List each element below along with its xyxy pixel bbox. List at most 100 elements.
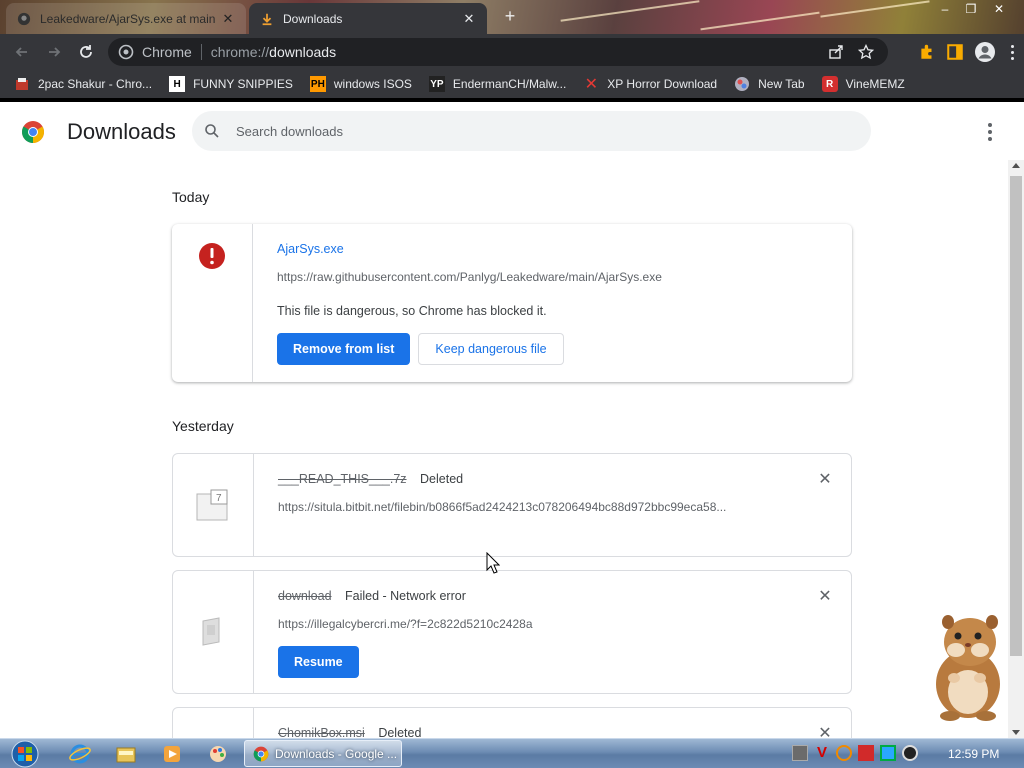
tray-search-icon[interactable] bbox=[836, 745, 852, 761]
bookmarks-bar: 2pac Shakur - Chro... H FUNNY SNIPPIES P… bbox=[0, 70, 1024, 102]
wallpaper-streak bbox=[700, 11, 820, 31]
archive-file-icon: 7 bbox=[196, 489, 228, 521]
tab-downloads[interactable]: Downloads ✕ bbox=[249, 3, 487, 34]
scroll-up-arrow-icon[interactable] bbox=[1012, 163, 1020, 168]
remove-item-close-icon[interactable]: ✕ bbox=[817, 472, 833, 488]
remove-from-list-button[interactable]: Remove from list bbox=[277, 333, 411, 365]
bookmark-endermanch[interactable]: YP EndermanCH/Malw... bbox=[428, 76, 567, 92]
share-icon[interactable] bbox=[828, 44, 844, 60]
bookmark-label: 2pac Shakur - Chro... bbox=[38, 77, 153, 91]
bookmark-xp-horror[interactable]: ✕ XP Horror Download bbox=[583, 76, 718, 93]
download-status: Deleted bbox=[420, 472, 464, 486]
menu-button[interactable] bbox=[1006, 44, 1018, 60]
internet-explorer-icon bbox=[69, 744, 91, 764]
tray-v-icon[interactable]: V bbox=[814, 745, 830, 761]
tray-app-icon[interactable] bbox=[792, 745, 808, 761]
tab-title: Leakedware/AjarSys.exe at main bbox=[40, 11, 216, 26]
url-host: downloads bbox=[269, 44, 337, 60]
tray-flag-icon[interactable] bbox=[858, 745, 874, 761]
reload-button[interactable] bbox=[70, 38, 102, 66]
tab-leakedware[interactable]: Leakedware/AjarSys.exe at main ✕ bbox=[6, 3, 246, 34]
tab-close-icon[interactable]: ✕ bbox=[461, 11, 477, 27]
taskbar-file-explorer[interactable] bbox=[106, 742, 146, 766]
h-icon: H bbox=[169, 76, 186, 92]
back-button[interactable] bbox=[6, 38, 38, 66]
address-bar[interactable]: Chrome chrome://downloads bbox=[108, 38, 888, 66]
forward-button[interactable] bbox=[38, 38, 70, 66]
tray-volume-icon[interactable] bbox=[902, 745, 918, 761]
generic-file-icon bbox=[202, 617, 220, 646]
browser-toolbar: Chrome chrome://downloads bbox=[0, 34, 1024, 70]
star-icon[interactable] bbox=[858, 44, 874, 60]
url-scheme: chrome:// bbox=[210, 44, 270, 60]
taskbar-clock[interactable]: 12:59 PM bbox=[948, 747, 999, 761]
bookmark-label: windows ISOS bbox=[333, 77, 412, 91]
more-actions-button[interactable] bbox=[980, 122, 1000, 142]
download-url[interactable]: https://raw.githubusercontent.com/Panlyg… bbox=[277, 270, 777, 284]
side-panel-icon[interactable] bbox=[946, 43, 964, 61]
scrollbar-thumb[interactable] bbox=[1010, 176, 1022, 656]
maximize-button[interactable]: ❐ bbox=[958, 0, 984, 18]
divider bbox=[200, 44, 202, 60]
media-player-icon bbox=[164, 746, 180, 762]
mouse-cursor-icon bbox=[486, 552, 500, 574]
taskbar-internet-explorer[interactable] bbox=[60, 742, 100, 766]
folder-icon bbox=[116, 747, 136, 763]
svg-text:7: 7 bbox=[216, 493, 222, 504]
scroll-down-arrow-icon[interactable] bbox=[1012, 730, 1020, 735]
danger-message: This file is dangerous, so Chrome has bl… bbox=[277, 304, 547, 318]
download-status: Deleted bbox=[378, 726, 422, 738]
search-input[interactable] bbox=[236, 123, 796, 139]
tupac-icon bbox=[14, 76, 30, 92]
bookmark-label: FUNNY SNIPPIES bbox=[193, 77, 293, 91]
search-icon bbox=[205, 124, 219, 138]
r-icon: R bbox=[821, 76, 838, 92]
windows-taskbar: Downloads - Google ... V 12:59 PM bbox=[0, 738, 1024, 768]
bookmark-label: XP Horror Download bbox=[607, 77, 718, 91]
bookmark-label: EndermanCH/Malw... bbox=[452, 77, 567, 91]
download-url[interactable]: https://illegalcybercri.me/?f=2c822d5210… bbox=[278, 617, 778, 631]
chrome-logo-icon bbox=[22, 121, 44, 143]
page-title: Downloads bbox=[67, 119, 176, 144]
hamster-mascot-icon bbox=[936, 615, 1000, 721]
download-url[interactable]: https://situla.bitbit.net/filebin/b0866f… bbox=[278, 500, 778, 514]
bookmark-label: VineMEMZ bbox=[845, 77, 905, 91]
bookmark-new-tab[interactable]: New Tab bbox=[734, 76, 805, 92]
danger-icon bbox=[199, 243, 225, 269]
back-arrow-icon bbox=[15, 47, 27, 57]
profile-avatar-icon[interactable] bbox=[974, 41, 996, 63]
tab-title: Downloads bbox=[283, 11, 343, 26]
taskbar-media-player[interactable] bbox=[152, 742, 192, 766]
wallpaper-streak bbox=[560, 0, 700, 22]
bookmark-windows-isos[interactable]: PH windows ISOS bbox=[309, 76, 412, 92]
site-chip: Chrome bbox=[142, 44, 192, 60]
file-icon-column bbox=[173, 571, 254, 693]
start-button[interactable] bbox=[8, 739, 42, 768]
extensions-icon[interactable] bbox=[918, 43, 936, 61]
section-heading-today: Today bbox=[172, 189, 210, 205]
resume-button[interactable]: Resume bbox=[278, 646, 359, 678]
bookmark-vinememz[interactable]: R VineMEMZ bbox=[821, 76, 905, 92]
taskbar-paint-app[interactable] bbox=[198, 742, 238, 766]
file-icon-column bbox=[172, 224, 253, 382]
taskbar-chrome-window[interactable]: Downloads - Google ... bbox=[244, 740, 402, 767]
keep-dangerous-file-button[interactable]: Keep dangerous file bbox=[418, 333, 564, 365]
paint-palette-icon bbox=[210, 746, 226, 762]
tab-close-icon[interactable]: ✕ bbox=[220, 11, 236, 27]
download-filename-link[interactable]: AjarSys.exe bbox=[277, 242, 344, 256]
reload-icon bbox=[80, 45, 92, 58]
download-item: 7 ___READ_THIS___.7z Deleted https://sit… bbox=[172, 453, 852, 557]
download-item: AjarSys.exe https://raw.githubuserconten… bbox=[172, 224, 852, 382]
minimize-button[interactable]: – bbox=[932, 0, 958, 18]
tray-monitor-icon[interactable] bbox=[880, 745, 896, 761]
download-item: download Failed - Network error https://… bbox=[172, 570, 852, 694]
file-icon-column: 7 bbox=[173, 454, 254, 556]
close-window-button[interactable]: ✕ bbox=[986, 0, 1012, 18]
remove-item-close-icon[interactable]: ✕ bbox=[817, 589, 833, 605]
new-tab-button[interactable]: + bbox=[500, 6, 520, 26]
bookmark-2pac[interactable]: 2pac Shakur - Chro... bbox=[14, 76, 152, 92]
page-header: Downloads bbox=[0, 102, 1024, 160]
bookmark-funny-snippies[interactable]: H FUNNY SNIPPIES bbox=[169, 76, 293, 92]
remove-item-close-icon[interactable]: ✕ bbox=[817, 726, 833, 739]
search-box[interactable] bbox=[192, 111, 871, 151]
